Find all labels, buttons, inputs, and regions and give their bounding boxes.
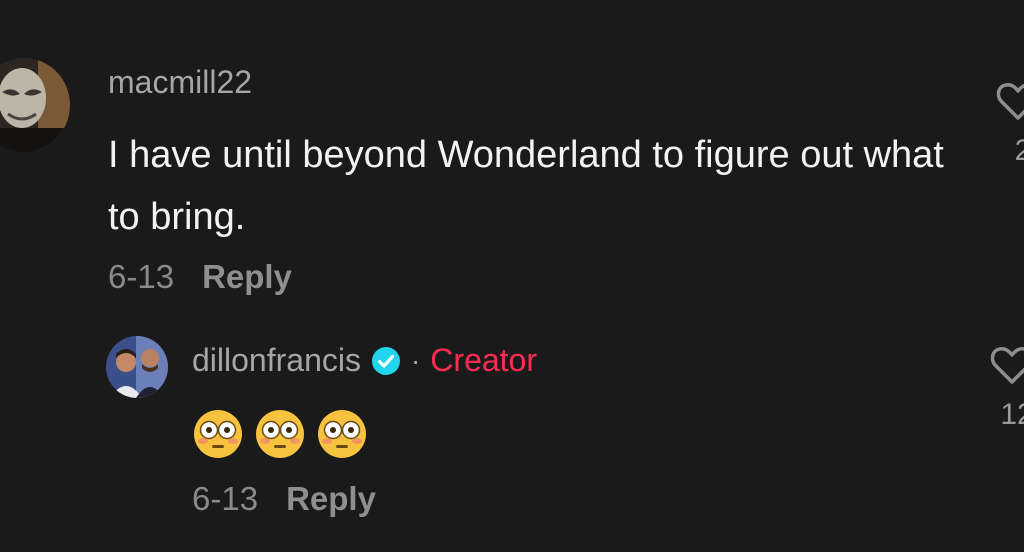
like-count: 2 — [1014, 134, 1024, 167]
avatar[interactable] — [0, 58, 70, 152]
reply-button[interactable]: Reply — [286, 480, 376, 518]
like-button[interactable]: 2 — [996, 82, 1024, 168]
separator-dot: · — [410, 344, 421, 376]
reply-meta: 6-13 Reply — [192, 480, 376, 518]
reply-header: dillonfrancis · Creator — [192, 342, 537, 379]
flushed-face-icon — [256, 410, 304, 458]
heart-icon — [990, 347, 1024, 384]
comment-text: I have until beyond Wonderland to figure… — [108, 134, 944, 238]
comment-meta: 6-13 Reply — [108, 258, 292, 296]
reply-date: 6-13 — [192, 480, 259, 517]
reply-emoji-text — [192, 408, 368, 460]
reply-avatar[interactable] — [106, 336, 168, 398]
comment-username[interactable]: macmill22 — [108, 64, 252, 101]
verified-badge-icon — [371, 346, 400, 375]
creator-badge: Creator — [430, 342, 537, 378]
reply-button[interactable]: Reply — [202, 258, 292, 296]
heart-icon — [996, 83, 1024, 120]
like-button[interactable]: 12 — [990, 346, 1024, 432]
flushed-face-icon — [194, 410, 242, 458]
like-count: 12 — [1000, 398, 1024, 431]
reply-username[interactable]: dillonfrancis — [192, 342, 361, 379]
flushed-face-icon — [318, 410, 366, 458]
comment-date: 6-13 — [108, 258, 175, 295]
